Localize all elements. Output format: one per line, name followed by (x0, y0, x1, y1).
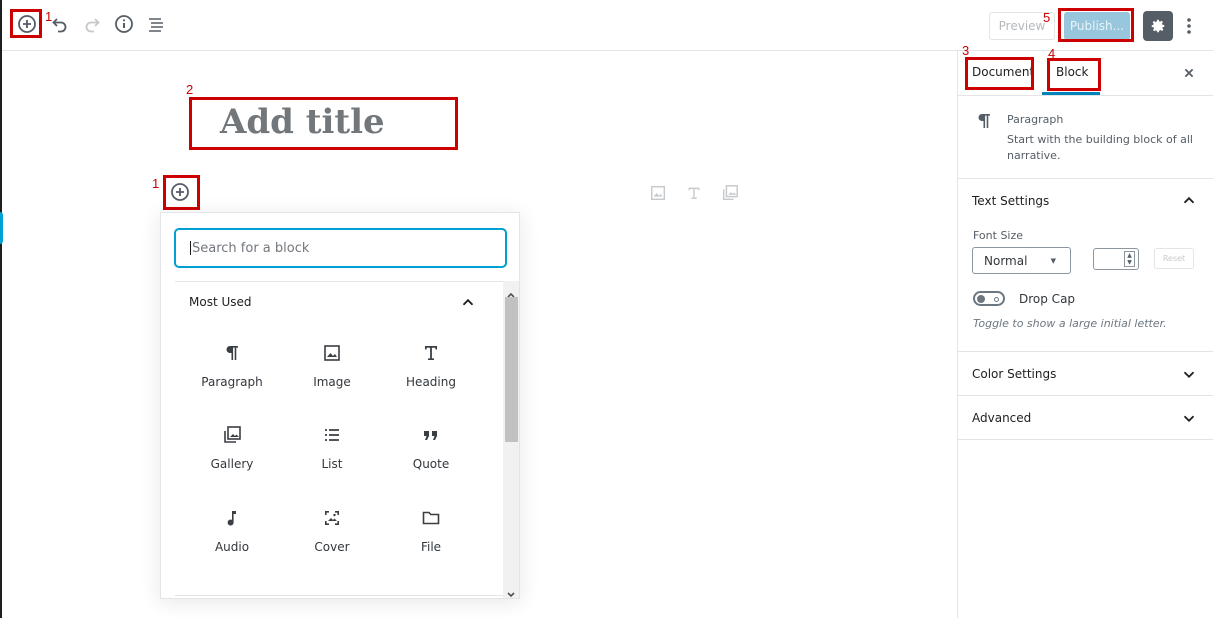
gallery-icon (220, 423, 244, 447)
reset-button[interactable]: Reset (1154, 248, 1194, 269)
top-toolbar: Preview Publish... (2, 0, 1213, 51)
active-tab-indicator (1042, 92, 1100, 95)
left-edge-indicator (0, 212, 3, 244)
paragraph-icon (220, 341, 244, 365)
quote-icon (419, 423, 443, 447)
font-size-label: Font Size (973, 229, 1024, 242)
annotation-label-1-toolbar: 1 (45, 9, 53, 24)
annotation-label-5: 5 (1043, 10, 1051, 25)
block-label: Quote (412, 457, 450, 471)
more-options-icon[interactable] (1178, 13, 1200, 39)
quick-image-icon[interactable] (648, 182, 668, 204)
audio-icon (220, 506, 244, 530)
chevron-up-icon[interactable] (1180, 191, 1198, 209)
annotation-label-1-inline: 1 (152, 176, 160, 191)
advanced-title[interactable]: Advanced (972, 411, 1031, 425)
block-item-image[interactable]: Image (284, 341, 380, 389)
block-card-description: Start with the building block of all nar… (1007, 133, 1193, 162)
block-item-audio[interactable]: Audio (184, 506, 280, 554)
block-item-gallery[interactable]: Gallery (184, 423, 280, 471)
text-settings-panel: Text Settings Font Size Normal ▼ ▲ ▼ Rese… (958, 179, 1213, 352)
scroll-thumb[interactable] (505, 297, 518, 442)
custom-font-size-input[interactable]: ▲ ▼ (1093, 248, 1139, 270)
info-icon[interactable] (112, 12, 136, 36)
divider (175, 281, 506, 282)
text-caret (190, 241, 191, 255)
image-icon (320, 341, 344, 365)
annotation-label-3: 3 (962, 43, 970, 58)
scroll-up-icon[interactable] (506, 285, 516, 298)
number-spinner[interactable]: ▲ ▼ (1124, 251, 1135, 267)
drop-cap-label: Drop Cap (1019, 292, 1076, 306)
block-search-input[interactable]: Search for a block (175, 229, 506, 267)
chevron-down-icon[interactable] (1180, 365, 1198, 383)
search-placeholder: Search for a block (192, 240, 310, 256)
block-item-quote[interactable]: Quote (383, 423, 479, 471)
settings-sidebar: Document Block Paragraph Start with the … (957, 51, 1213, 618)
tab-document[interactable]: Document (972, 65, 1034, 79)
block-item-cover[interactable]: Cover (284, 506, 380, 554)
block-label: Cover (314, 540, 350, 554)
annotation-label-2: 2 (186, 82, 194, 97)
inserter-scrollbar[interactable] (503, 281, 519, 598)
quick-heading-icon[interactable] (684, 182, 704, 204)
block-label: Gallery (210, 457, 254, 471)
redo-icon[interactable] (80, 12, 104, 36)
block-card-title: Paragraph (1007, 113, 1064, 126)
color-settings-title[interactable]: Color Settings (972, 367, 1056, 381)
settings-button[interactable] (1143, 11, 1173, 41)
annotation-label-4: 4 (1048, 46, 1056, 61)
chevron-up-icon[interactable] (459, 293, 477, 311)
add-block-icon[interactable] (15, 12, 39, 36)
text-settings-title[interactable]: Text Settings (972, 194, 1049, 208)
publish-button[interactable]: Publish... (1064, 12, 1130, 40)
drop-cap-toggle[interactable] (973, 291, 1005, 306)
color-settings-panel[interactable]: Color Settings (958, 352, 1213, 396)
block-item-paragraph[interactable]: Paragraph (184, 341, 280, 389)
advanced-panel[interactable]: Advanced (958, 396, 1213, 440)
block-card: Paragraph Start with the building block … (958, 96, 1213, 179)
block-item-heading[interactable]: Heading (383, 341, 479, 389)
block-inserter-popover: Search for a block Most Used Paragraph I… (160, 212, 520, 599)
block-label: File (420, 540, 442, 554)
dropdown-arrow-icon: ▼ (1050, 257, 1056, 265)
drop-cap-help: Toggle to show a large initial letter. (973, 317, 1167, 330)
block-item-list[interactable]: List (284, 423, 380, 471)
sidebar-tabs: Document Block (958, 51, 1213, 96)
block-label: Image (313, 375, 351, 389)
most-used-panel-title[interactable]: Most Used (189, 295, 252, 309)
block-label: Heading (406, 375, 456, 389)
folder-icon (419, 506, 443, 530)
cover-icon (320, 506, 344, 530)
post-title-input[interactable]: Add title (220, 102, 385, 142)
list-icon (320, 423, 344, 447)
scroll-down-icon[interactable] (506, 585, 516, 598)
paragraph-icon (974, 111, 996, 133)
chevron-down-icon[interactable] (1180, 409, 1198, 427)
close-icon[interactable] (1180, 64, 1198, 82)
gear-icon (1151, 19, 1165, 33)
block-label: Paragraph (201, 375, 263, 389)
quick-gallery-icon[interactable] (720, 182, 740, 204)
outline-icon[interactable] (144, 12, 168, 36)
block-item-file[interactable]: File (383, 506, 479, 554)
toggle-knob (977, 294, 985, 303)
block-label: List (321, 457, 343, 471)
heading-icon (419, 341, 443, 365)
inline-add-block-icon[interactable] (168, 180, 192, 204)
font-size-value: Normal (984, 253, 1028, 268)
divider (175, 595, 506, 596)
font-size-select[interactable]: Normal ▼ (972, 247, 1071, 274)
block-label: Audio (214, 540, 250, 554)
toggle-off-indicator (994, 296, 999, 302)
tab-block[interactable]: Block (1056, 65, 1088, 79)
